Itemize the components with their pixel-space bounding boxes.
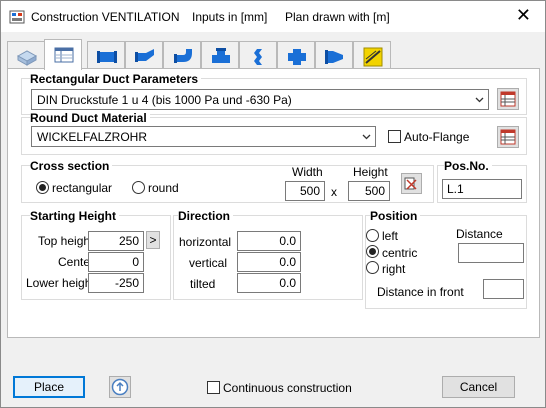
round-radio[interactable] (132, 181, 145, 194)
vertical-field[interactable]: 0.0 (237, 252, 301, 272)
bend-duct-icon (135, 49, 154, 62)
distance-label: Distance (456, 227, 503, 241)
round-duct-table-button[interactable] (497, 126, 519, 148)
tab-transition-duct[interactable] (315, 41, 353, 69)
top-height-field[interactable]: 250 (88, 231, 144, 251)
tab-straight-duct[interactable] (87, 41, 125, 69)
tab-parameters[interactable] (44, 39, 82, 70)
times-separator: x (331, 185, 337, 199)
duct-3d-icon (16, 50, 38, 66)
transition-duct-icon (325, 50, 343, 64)
right-label: right (382, 262, 406, 276)
rect-duct-label: Rectangular Duct Parameters (30, 72, 202, 86)
tab-duct-3d[interactable] (7, 41, 45, 69)
straight-duct-icon (97, 51, 117, 63)
cross-duct-icon (288, 49, 306, 65)
tab-bend-duct[interactable] (125, 41, 163, 69)
auto-flange-label: Auto-Flange (404, 130, 470, 144)
distance-field[interactable] (458, 243, 524, 263)
up-arrow-circle-icon (111, 378, 129, 396)
tab-reducer-duct[interactable] (239, 41, 277, 69)
tab-cross-duct[interactable] (277, 41, 315, 69)
direction-label: Direction (178, 209, 234, 223)
pos-no-field[interactable]: L.1 (442, 179, 522, 199)
dialog-window: Construction VENTILATION Inputs in [mm] … (0, 0, 546, 408)
cross-section-label: Cross section (30, 159, 113, 173)
table-icon (500, 129, 516, 145)
distance-front-label: Distance in front (377, 285, 464, 299)
tab-sloped-duct[interactable] (353, 41, 391, 69)
width-label: Width (292, 165, 323, 179)
rectangular-label: rectangular (52, 181, 113, 195)
units-label: Inputs in [mm] (192, 10, 268, 24)
height-label: Height (353, 165, 388, 179)
centric-radio[interactable] (366, 245, 379, 258)
lower-height-field[interactable]: -250 (88, 273, 144, 293)
elbow-duct-icon (174, 49, 192, 63)
window-title: Construction VENTILATION (31, 10, 180, 24)
continuous-construction-label: Continuous construction (223, 381, 352, 395)
cancel-button[interactable]: Cancel (442, 376, 515, 398)
distance-front-field[interactable] (483, 279, 524, 299)
height-field[interactable]: 500 (348, 181, 390, 201)
rect-duct-table-button[interactable] (497, 88, 519, 110)
sloped-duct-icon (363, 47, 383, 67)
tilted-field[interactable]: 0.0 (237, 273, 301, 293)
round-duct-value: WICKELFALZROHR (37, 130, 148, 144)
table-icon (500, 91, 516, 107)
starting-height-label: Starting Height (30, 209, 119, 223)
chevron-down-icon (475, 97, 484, 103)
lower-height-label: Lower height (26, 276, 95, 290)
right-radio[interactable] (366, 261, 379, 274)
swap-dimensions-button[interactable] (401, 173, 422, 194)
reducer-duct-icon (254, 49, 262, 65)
position-label: Position (370, 209, 421, 223)
parameters-table-icon (54, 47, 74, 63)
round-duct-label: Round Duct Material (30, 111, 150, 125)
left-label: left (382, 229, 399, 243)
close-icon[interactable]: ✕ (516, 5, 531, 27)
left-radio[interactable] (366, 229, 379, 242)
place-button[interactable]: Place (13, 376, 85, 398)
auto-flange-checkbox[interactable] (388, 130, 401, 143)
width-field[interactable]: 500 (285, 181, 325, 201)
top-height-label: Top height (38, 234, 94, 248)
center-field[interactable]: 0 (88, 252, 144, 272)
tab-elbow-duct[interactable] (163, 41, 201, 69)
top-height-arrow-button[interactable]: > (146, 231, 160, 249)
rectangular-radio[interactable] (36, 181, 49, 194)
round-label: round (148, 181, 179, 195)
centric-label: centric (382, 246, 418, 260)
rect-duct-select[interactable]: DIN Druckstufe 1 u 4 (bis 1000 Pa und -6… (31, 89, 489, 110)
title-bar[interactable]: Construction VENTILATION Inputs in [mm] … (1, 1, 545, 32)
plan-units-label: Plan drawn with [m] (285, 10, 390, 24)
rect-duct-value: DIN Druckstufe 1 u 4 (bis 1000 Pa und -6… (37, 93, 292, 107)
horizontal-field[interactable]: 0.0 (237, 231, 301, 251)
round-duct-select[interactable]: WICKELFALZROHR (31, 126, 376, 147)
parameters-panel: Rectangular Duct Parameters DIN Druckstu… (7, 68, 540, 338)
vertical-label: vertical (189, 256, 228, 270)
tee-duct-icon (212, 48, 230, 63)
tilted-label: tilted (190, 277, 216, 291)
continuous-construction-checkbox[interactable] (207, 381, 220, 394)
swap-icon (404, 177, 417, 190)
chevron-down-icon (362, 134, 371, 140)
pos-no-label: Pos.No. (444, 159, 492, 173)
tab-tee-duct[interactable] (201, 41, 239, 69)
info-button[interactable] (109, 376, 131, 398)
horizontal-label: horizontal (179, 235, 232, 249)
app-icon (9, 10, 25, 24)
